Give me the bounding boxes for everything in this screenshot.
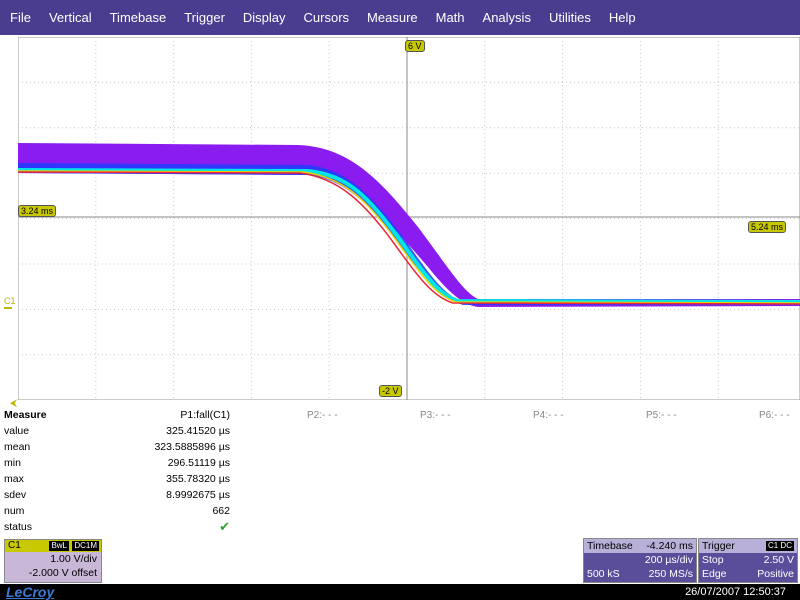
measure-row-label: sdev xyxy=(4,489,27,501)
p5-header[interactable]: P5:- - - xyxy=(646,410,677,421)
menu-item-utilities[interactable]: Utilities xyxy=(539,10,599,25)
trigger-header: Trigger C1 DC xyxy=(699,539,797,553)
measure-row-label: mean xyxy=(4,441,31,453)
measure-row-mean: mean 323.5885896 µs xyxy=(4,439,230,455)
trigger-mode: Stop xyxy=(702,554,724,566)
measure-row-value: value 325.41520 µs xyxy=(4,423,230,439)
measure-row-label: value xyxy=(4,425,30,437)
measure-table: Measure P1:fall(C1) P2:- - - P3:- - - P4… xyxy=(0,407,800,537)
voltage-bottom-marker: -2 V xyxy=(379,385,402,397)
voltage-top-marker: 6 V xyxy=(405,40,425,52)
menu-item-trigger[interactable]: Trigger xyxy=(174,10,233,25)
menu-item-help[interactable]: Help xyxy=(599,10,644,25)
ground-tick-icon xyxy=(4,307,12,309)
measure-row-sdev: sdev 8.9992675 µs xyxy=(4,487,230,503)
menu-item-vertical[interactable]: Vertical xyxy=(39,10,100,25)
measure-title: Measure P1:fall(C1) xyxy=(4,407,230,423)
menu-item-file[interactable]: File xyxy=(0,10,39,25)
trigger-panel[interactable]: Trigger C1 DC Stop 2.50 V Edge Positive xyxy=(698,538,798,583)
channel-ground-marker[interactable]: C1 xyxy=(4,296,16,309)
measure-row-status: status ✔ xyxy=(4,519,230,535)
c1-scale: 1.00 V/div xyxy=(50,553,97,565)
p4-header[interactable]: P4:- - - xyxy=(533,410,564,421)
menu-item-analysis[interactable]: Analysis xyxy=(473,10,539,25)
brand-logo: LeCroy xyxy=(6,584,55,600)
time-left-marker: 3.24 ms xyxy=(18,205,57,217)
trigger-row-2: Stop 2.50 V xyxy=(699,553,797,567)
timebase-rate: 250 MS/s xyxy=(648,568,693,580)
menu-item-measure[interactable]: Measure xyxy=(357,10,426,25)
measure-row-value: 323.5885896 µs xyxy=(154,441,230,453)
menu-item-display[interactable]: Display xyxy=(233,10,294,25)
timebase-header: Timebase -4.240 ms xyxy=(584,539,696,553)
measure-row-label: max xyxy=(4,473,24,485)
timebase-per-div: 200 µs/div xyxy=(644,554,693,566)
p6-header[interactable]: P6:- - - xyxy=(759,410,790,421)
p3-header[interactable]: P3:- - - xyxy=(420,410,451,421)
p2-header[interactable]: P2:- - - xyxy=(307,410,338,421)
measure-row-label: num xyxy=(4,505,25,517)
timebase-panel[interactable]: Timebase -4.240 ms 200 µs/div 500 kS 250… xyxy=(583,538,697,583)
timebase-row-3: 500 kS 250 MS/s xyxy=(584,567,696,581)
p1-header[interactable]: P1:fall(C1) xyxy=(180,407,230,423)
measure-row-num: num 662 xyxy=(4,503,230,519)
channel-label: C1 xyxy=(4,296,16,306)
date-time: 26/07/2007 12:50:37 xyxy=(685,586,786,598)
measure-row-value: 325.41520 µs xyxy=(166,425,230,437)
coupling-badge: DC1M xyxy=(72,541,99,551)
c1-offset: -2.000 V offset xyxy=(28,567,97,579)
bandwidth-limit-badge: BwL xyxy=(49,541,69,551)
measure-row-value: 662 xyxy=(212,505,230,517)
menu-item-cursors[interactable]: Cursors xyxy=(294,10,358,25)
timebase-delay: -4.240 ms xyxy=(646,540,693,552)
measure-row-value: 296.51119 µs xyxy=(167,457,230,469)
trigger-row-3: Edge Positive xyxy=(699,567,797,581)
trigger-type: Edge xyxy=(702,568,727,580)
trigger-slope: Positive xyxy=(757,568,794,580)
c1-panel-label: C1 xyxy=(8,540,21,551)
measure-row-value: 355.78320 µs xyxy=(166,473,230,485)
timebase-row-2: 200 µs/div xyxy=(584,553,696,567)
graticule xyxy=(18,37,800,400)
timebase-label: Timebase xyxy=(587,540,633,552)
menu-bar: File Vertical Timebase Trigger Display Cursor… xyxy=(0,0,800,35)
measure-row-min: min 296.51119 µs xyxy=(4,455,230,471)
timebase-samples: 500 kS xyxy=(587,568,620,580)
c1-panel-header: C1 BwL DC1M xyxy=(5,540,101,552)
menu-item-timebase[interactable]: Timebase xyxy=(100,10,175,25)
menu-item-math[interactable]: Math xyxy=(426,10,473,25)
c1-channel-panel[interactable]: C1 BwL DC1M 1.00 V/div -2.000 V offset xyxy=(4,539,102,583)
trigger-source-badge: C1 DC xyxy=(765,541,794,551)
trigger-label: Trigger xyxy=(702,540,735,552)
measure-row-max: max 355.78320 µs xyxy=(4,471,230,487)
waveform-display[interactable]: 6 V -2 V 3.24 ms 5.24 ms xyxy=(18,37,800,400)
measure-row-label: status xyxy=(4,521,33,533)
measure-row-value: 8.9992675 µs xyxy=(166,489,230,501)
time-right-marker: 5.24 ms xyxy=(748,221,787,233)
measure-row-label: min xyxy=(4,457,21,469)
status-check-icon: ✔ xyxy=(219,519,230,534)
trigger-level: 2.50 V xyxy=(763,554,794,566)
status-bar: LeCroy 26/07/2007 12:50:37 xyxy=(0,584,800,600)
